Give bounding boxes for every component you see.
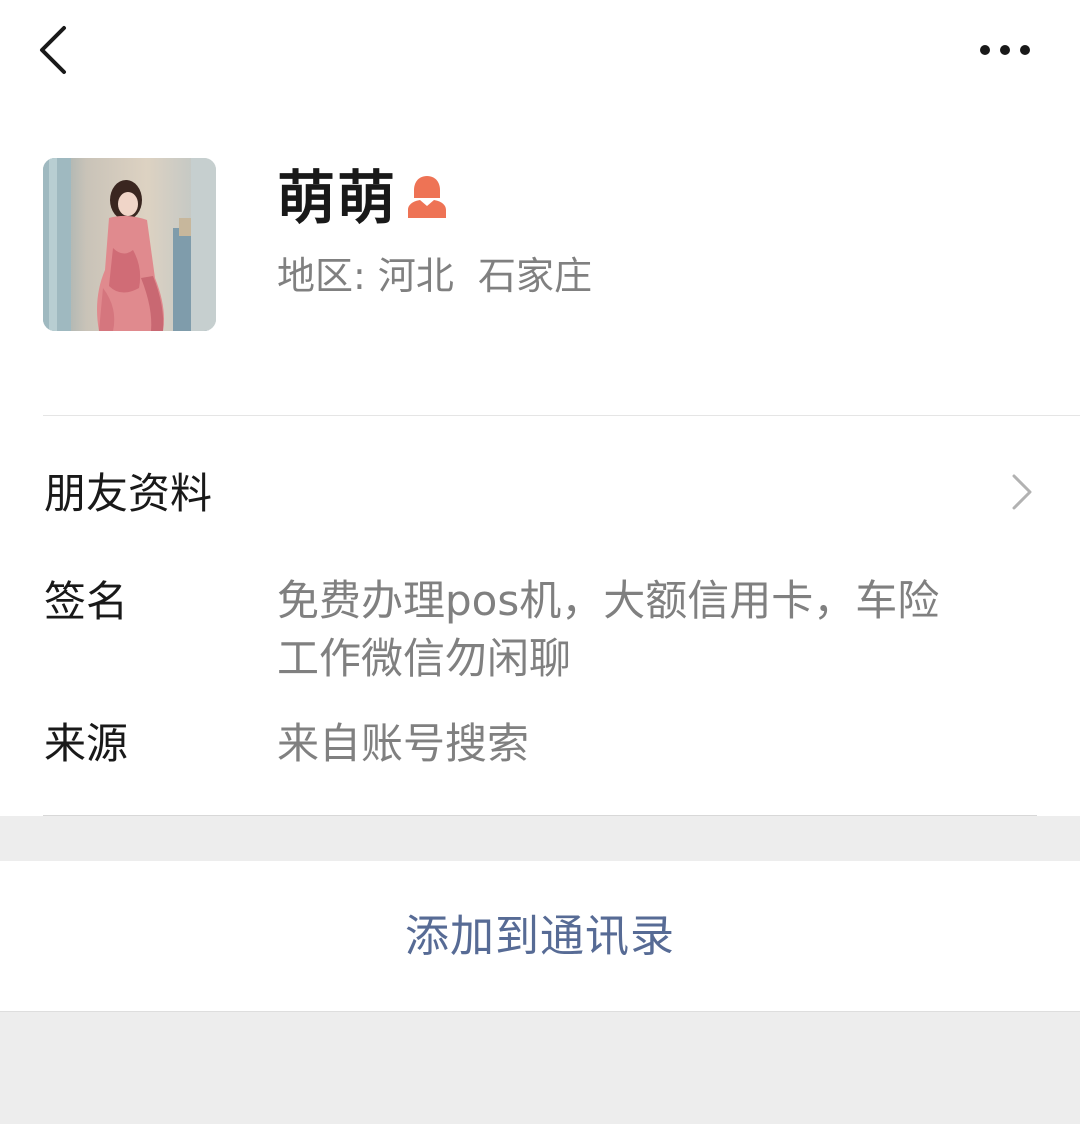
divider	[43, 815, 1037, 816]
nickname: 萌萌	[277, 164, 398, 232]
source-label: 来源	[44, 719, 129, 768]
female-user-icon	[406, 174, 448, 218]
signature-label: 签名	[44, 577, 129, 626]
signature-line-1: 免费办理pos机，大额信用卡，车险	[277, 576, 940, 625]
avatar-photo	[43, 158, 216, 331]
back-button[interactable]	[30, 20, 80, 80]
divider	[43, 415, 1080, 416]
friend-info-label: 朋友资料	[44, 469, 213, 518]
friend-info-row[interactable]: 朋友资料	[0, 440, 1080, 550]
source-value: 来自账号搜索	[277, 719, 530, 768]
more-dots-icon	[980, 45, 1030, 55]
add-to-contacts-button[interactable]: 添加到通讯录	[0, 861, 1080, 1012]
signature-line-2: 工作微信勿闲聊	[277, 634, 572, 683]
profile-card: 萌萌 地区: 河北 石家庄 朋友资料 签名 免费办理pos机，大额信用卡，车险 …	[0, 0, 1080, 816]
more-button[interactable]	[970, 28, 1040, 72]
region-text: 地区: 河北 石家庄	[277, 254, 593, 298]
chevron-left-icon	[40, 26, 66, 74]
chevron-right-icon	[1012, 474, 1032, 510]
avatar[interactable]	[43, 158, 216, 331]
add-to-contacts-label: 添加到通讯录	[405, 911, 675, 962]
